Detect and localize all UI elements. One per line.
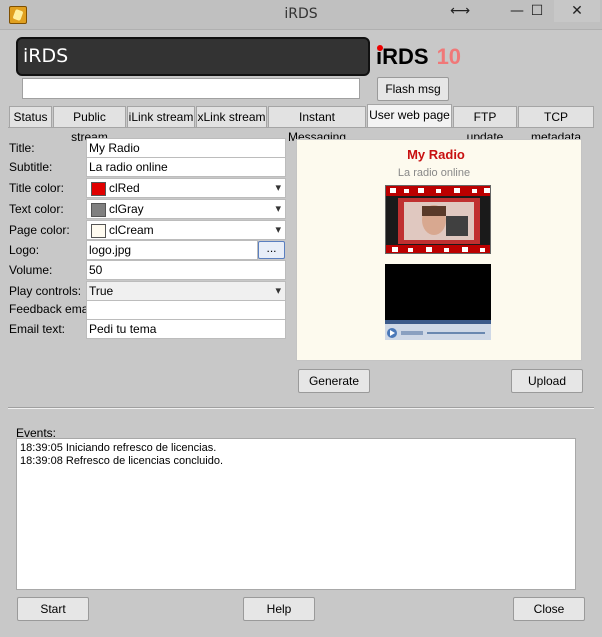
tab-user-web-page[interactable]: User web page	[367, 104, 452, 128]
preview-subtitle: La radio online	[397, 167, 471, 179]
help-button[interactable]: Help	[243, 597, 315, 621]
chevron-down-icon: ▾	[275, 203, 281, 215]
upload-button[interactable]: Upload	[511, 369, 583, 393]
brand-dot-icon	[377, 45, 383, 51]
chevron-down-icon: ▾	[275, 224, 281, 236]
close-button[interactable]: Close	[513, 597, 585, 621]
events-log[interactable]: 18:39:05 Iniciando refresco de licencias…	[16, 438, 576, 590]
start-button[interactable]: Start	[17, 597, 89, 621]
flash-msg-button[interactable]: Flash msg	[377, 77, 449, 101]
event-line: 18:39:08 Refresco de licencias concluido…	[20, 455, 224, 467]
resize-icon[interactable]: ⟷	[440, 0, 480, 22]
play-controls-select[interactable]: True ▾	[86, 281, 286, 301]
subtitle-label: Subtitle:	[9, 160, 53, 174]
title-label: Title:	[9, 141, 35, 155]
text-color-swatch	[91, 203, 106, 217]
feedback-email-label: Feedback email:	[9, 302, 98, 316]
tab-status[interactable]: Status	[9, 106, 52, 127]
flash-message-input[interactable]	[22, 78, 360, 99]
tab-tcp-metadata[interactable]: TCP metadata	[518, 106, 594, 144]
preview-title: My Radio	[407, 147, 465, 162]
text-color-label: Text color:	[9, 202, 64, 216]
title-color-value: clRed	[109, 181, 140, 195]
close-window-button[interactable]: ✕	[554, 0, 600, 22]
email-text-field[interactable]: Pedi tu tema	[86, 319, 286, 339]
rds-display: iRDS	[16, 37, 370, 76]
text-color-value: clGray	[109, 202, 144, 216]
tab-instant-messaging[interactable]: Instant Messaging	[268, 106, 366, 144]
text-color-select[interactable]: clGray ▾	[86, 199, 286, 219]
title-color-label: Title color:	[9, 181, 64, 195]
email-text-label: Email text:	[9, 322, 66, 336]
logo-browse-button[interactable]: ...	[258, 241, 285, 259]
subtitle-field[interactable]: La radio online	[86, 157, 286, 177]
tab-xlink-stream[interactable]: xLink stream	[196, 106, 267, 127]
brand-logo: iRDS 10	[376, 42, 461, 72]
tab-panel-border	[8, 127, 594, 128]
logo-label: Logo:	[9, 243, 40, 257]
player-controls-bar	[385, 320, 491, 340]
play-controls-value: True	[89, 284, 114, 298]
chevron-down-icon: ▾	[275, 285, 281, 297]
brand-name: iRDS	[376, 44, 429, 69]
preview-logo-image	[385, 185, 491, 254]
feedback-email-field[interactable]	[86, 300, 286, 320]
chevron-down-icon: ▾	[275, 182, 281, 194]
volume-label: Volume:	[9, 263, 53, 277]
generate-button[interactable]: Generate	[298, 369, 370, 393]
tab-public-stream[interactable]: Public stream	[53, 106, 126, 144]
title-color-swatch	[91, 182, 106, 196]
event-line: 18:39:05 Iniciando refresco de licencias…	[20, 442, 217, 454]
brand-version: 10	[436, 44, 462, 69]
logo-field[interactable]: logo.jpg	[86, 240, 258, 260]
title-field[interactable]: My Radio	[86, 138, 286, 158]
volume-field[interactable]: 50	[86, 260, 286, 280]
tab-ilink-stream[interactable]: iLink stream	[127, 106, 195, 127]
maximize-button[interactable]: ☐	[522, 0, 552, 22]
page-color-label: Page color:	[9, 223, 70, 237]
tab-ftp-update[interactable]: FTP update	[453, 106, 517, 144]
play-controls-label: Play controls:	[9, 284, 82, 298]
title-color-select[interactable]: clRed ▾	[86, 178, 286, 198]
page-color-select[interactable]: clCream ▾	[86, 220, 286, 240]
section-divider	[8, 407, 594, 409]
page-color-swatch	[91, 224, 106, 238]
page-color-value: clCream	[109, 223, 154, 237]
